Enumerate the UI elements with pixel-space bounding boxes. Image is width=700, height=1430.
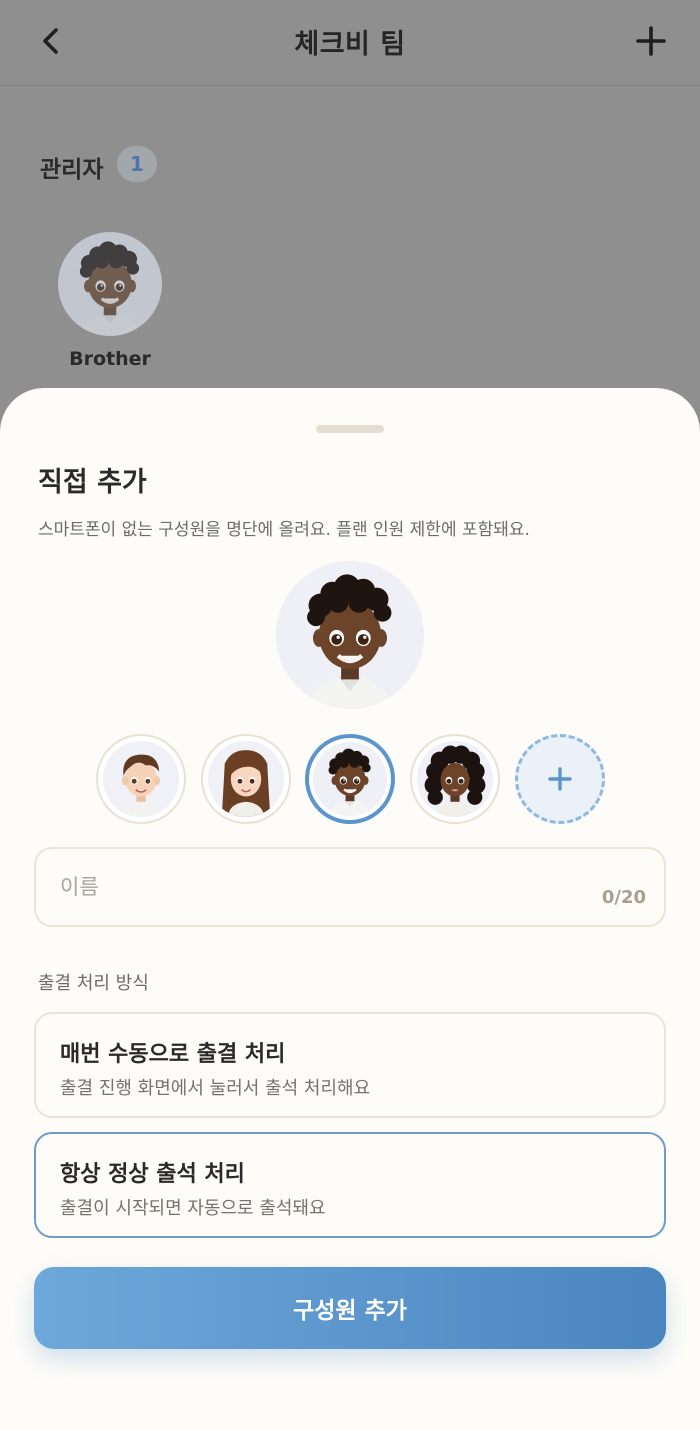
- plus-icon: [547, 766, 573, 792]
- top-bar: 체크비 팀: [0, 0, 700, 86]
- avatar-option-boy-dark-selected[interactable]: [305, 734, 395, 824]
- admin-section-label: 관리자: [40, 157, 104, 183]
- option-auto-attendance[interactable]: 항상 정상 출석 처리 출결이 시작되면 자동으로 출석돼요: [34, 1132, 666, 1238]
- sheet-title: 직접 추가: [38, 467, 147, 498]
- option-manual-attendance[interactable]: 매번 수동으로 출결 처리 출결 진행 화면에서 눌러서 출석 처리해요: [34, 1012, 666, 1118]
- girl-avatar-icon: [208, 741, 284, 817]
- add-custom-avatar-button[interactable]: [515, 734, 605, 824]
- add-button[interactable]: [632, 22, 670, 60]
- page-title: 체크비 팀: [294, 29, 406, 60]
- sheet-description: 스마트폰이 없는 구성원을 명단에 올려요. 플랜 인원 제한에 포함돼요.: [38, 520, 530, 540]
- member-card[interactable]: Brother: [55, 232, 165, 377]
- add-member-sheet: 직접 추가 스마트폰이 없는 구성원을 명단에 올려요. 플랜 인원 제한에 포…: [0, 388, 700, 1430]
- admin-count-badge: 1: [117, 146, 157, 182]
- name-input[interactable]: [60, 867, 540, 907]
- name-char-counter: 0/20: [601, 887, 646, 908]
- background-page: 체크비 팀 관리자 1 Brother: [0, 0, 700, 420]
- option-title: 항상 정상 출석 처리: [60, 1162, 245, 1187]
- boy-dark-avatar-icon: [313, 742, 387, 816]
- name-field[interactable]: 0/20: [34, 847, 666, 927]
- avatar-option-boy-brown[interactable]: [96, 734, 186, 824]
- avatar-option-girl-dark[interactable]: [410, 734, 500, 824]
- selected-avatar-preview: [276, 561, 424, 709]
- attendance-mode-label: 출결 처리 방식: [38, 973, 149, 994]
- member-avatar: [58, 232, 162, 336]
- girl-dark-avatar-icon: [417, 741, 493, 817]
- boy-avatar-icon: [103, 741, 179, 817]
- plus-icon: [632, 22, 670, 60]
- option-description: 출결 진행 화면에서 눌러서 출석 처리해요: [60, 1078, 371, 1099]
- sheet-drag-handle[interactable]: [316, 425, 384, 433]
- avatar-option-girl-brown[interactable]: [201, 734, 291, 824]
- add-member-button[interactable]: 구성원 추가: [34, 1267, 666, 1349]
- member-name: Brother: [69, 348, 151, 370]
- option-title: 매번 수동으로 출결 처리: [60, 1042, 286, 1067]
- option-description: 출결이 시작되면 자동으로 출석돼요: [60, 1198, 326, 1219]
